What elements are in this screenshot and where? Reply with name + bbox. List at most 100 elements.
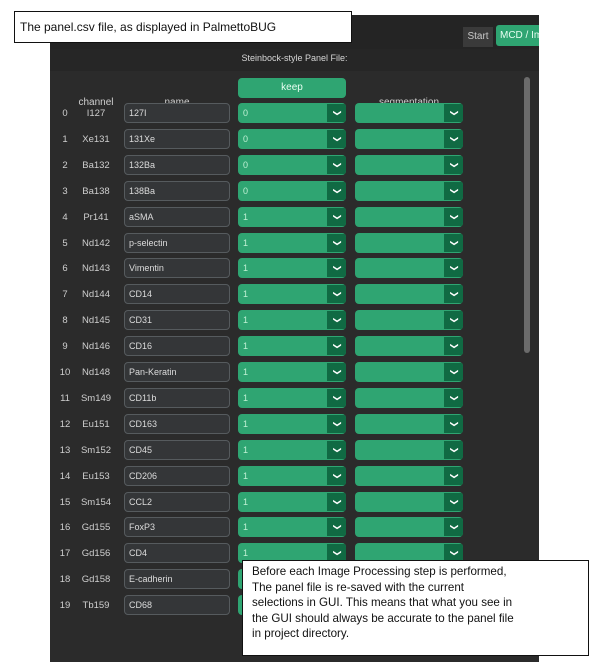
keep-dropdown[interactable]: 1❯ — [238, 439, 346, 460]
keep-dropdown[interactable]: 1❯ — [238, 465, 346, 486]
name-field[interactable]: 127I — [124, 103, 230, 123]
panel-scrollbar[interactable] — [524, 77, 530, 353]
chevron-down-icon[interactable]: ❯ — [327, 440, 346, 459]
chevron-down-icon[interactable]: ❯ — [444, 207, 463, 226]
name-field[interactable]: CD16 — [124, 336, 230, 357]
chevron-down-icon[interactable]: ❯ — [444, 518, 463, 537]
segmentation-dropdown[interactable]: ❯ — [355, 439, 463, 460]
segmentation-dropdown[interactable]: ❯ — [355, 362, 463, 382]
name-field[interactable]: CD11b — [124, 387, 230, 408]
chevron-down-icon[interactable]: ❯ — [444, 440, 463, 459]
chevron-down-icon[interactable]: ❯ — [327, 155, 346, 174]
keep-dropdown[interactable]: 0 ❯ — [238, 103, 346, 123]
chevron-down-icon[interactable]: ❯ — [444, 129, 463, 148]
segmentation-dropdown[interactable]: ❯ — [355, 180, 463, 201]
name-field[interactable]: CD14 — [124, 284, 230, 305]
chevron-down-icon[interactable]: ❯ — [327, 285, 346, 304]
row-index: 16 — [59, 522, 71, 534]
keep-dropdown[interactable]: 1❯ — [238, 232, 346, 253]
chevron-down-icon[interactable]: ❯ — [327, 207, 346, 226]
segmentation-dropdown[interactable]: ❯ — [355, 336, 463, 357]
name-field[interactable]: E-cadherin — [124, 569, 230, 590]
chevron-down-icon[interactable]: ❯ — [327, 129, 346, 148]
segmentation-dropdown[interactable]: ❯ — [355, 387, 463, 408]
segmentation-dropdown[interactable]: ❯ — [355, 310, 463, 331]
segmentation-dropdown[interactable]: ❯ — [355, 465, 463, 486]
keep-dropdown[interactable]: 1❯ — [238, 517, 346, 538]
segmentation-dropdown[interactable]: ❯ — [355, 284, 463, 305]
channel-label: Nd146 — [82, 341, 110, 353]
start-tab[interactable]: Start — [463, 27, 493, 47]
name-field[interactable]: CD31 — [124, 310, 230, 331]
keep-dropdown[interactable]: 1❯ — [238, 284, 346, 305]
chevron-down-icon[interactable]: ❯ — [444, 155, 463, 174]
keep-dropdown[interactable]: 1❯ — [238, 258, 346, 279]
chevron-down-icon[interactable]: ❯ — [327, 363, 346, 381]
name-field[interactable]: FoxP3 — [124, 517, 230, 538]
name-field[interactable]: CCL2 — [124, 491, 230, 512]
keep-column-button[interactable]: keep — [238, 78, 346, 98]
chevron-down-icon[interactable]: ❯ — [327, 181, 346, 200]
name-field[interactable]: p-selectin — [124, 232, 230, 253]
panel-row: 7 Nd144 CD14 1 ❯ ❯ — [50, 283, 539, 309]
segmentation-dropdown[interactable]: ❯ — [355, 491, 463, 512]
chevron-down-icon[interactable]: ❯ — [444, 104, 463, 122]
chevron-down-icon[interactable]: ❯ — [444, 388, 463, 407]
name-field[interactable]: CD163 — [124, 413, 230, 434]
name-field[interactable]: 138Ba — [124, 180, 230, 201]
chevron-down-icon[interactable]: ❯ — [444, 233, 463, 252]
chevron-down-icon[interactable]: ❯ — [327, 518, 346, 537]
keep-dropdown[interactable]: 1❯ — [238, 362, 346, 382]
mcd-image-tab[interactable]: MCD / Im — [496, 25, 539, 46]
name-field[interactable]: Vimentin — [124, 258, 230, 279]
chevron-down-icon[interactable]: ❯ — [327, 104, 346, 122]
keep-value: 0 — [243, 159, 249, 170]
keep-dropdown[interactable]: 1❯ — [238, 310, 346, 331]
keep-dropdown[interactable]: 0 ❯ — [238, 154, 346, 175]
segmentation-dropdown[interactable]: ❯ — [355, 154, 463, 175]
chevron-down-icon[interactable]: ❯ — [444, 466, 463, 485]
keep-dropdown[interactable]: 0 ❯ — [238, 180, 346, 201]
name-field[interactable]: 131Xe — [124, 128, 230, 149]
segmentation-dropdown[interactable]: ❯ — [355, 517, 463, 538]
chevron-down-icon[interactable]: ❯ — [444, 414, 463, 433]
segmentation-dropdown[interactable]: ❯ — [355, 128, 463, 149]
name-field[interactable]: CD206 — [124, 465, 230, 486]
keep-dropdown[interactable]: 0 ❯ — [238, 128, 346, 149]
name-field[interactable]: CD68 — [124, 595, 230, 616]
row-index: 12 — [59, 418, 71, 430]
chevron-down-icon[interactable]: ❯ — [327, 233, 346, 252]
chevron-down-icon[interactable]: ❯ — [327, 492, 346, 511]
name-field[interactable]: 132Ba — [124, 154, 230, 175]
segmentation-dropdown[interactable]: ❯ — [355, 232, 463, 253]
chevron-down-icon[interactable]: ❯ — [444, 285, 463, 304]
name-field[interactable]: CD4 — [124, 543, 230, 564]
chevron-down-icon[interactable]: ❯ — [444, 492, 463, 511]
keep-value: 1 — [243, 522, 249, 533]
chevron-down-icon[interactable]: ❯ — [327, 388, 346, 407]
channel-label: Nd145 — [82, 315, 110, 327]
chevron-down-icon[interactable]: ❯ — [444, 311, 463, 330]
name-field[interactable]: aSMA — [124, 206, 230, 227]
segmentation-dropdown[interactable]: ❯ — [355, 103, 463, 123]
chevron-down-icon[interactable]: ❯ — [327, 259, 346, 278]
chevron-down-icon[interactable]: ❯ — [444, 363, 463, 381]
keep-value: 1 — [243, 263, 249, 274]
keep-dropdown[interactable]: 1❯ — [238, 491, 346, 512]
name-field[interactable]: CD45 — [124, 439, 230, 460]
keep-dropdown[interactable]: 1❯ — [238, 336, 346, 357]
chevron-down-icon[interactable]: ❯ — [444, 181, 463, 200]
name-field[interactable]: Pan-Keratin — [124, 362, 230, 382]
chevron-down-icon[interactable]: ❯ — [327, 414, 346, 433]
chevron-down-icon[interactable]: ❯ — [327, 337, 346, 356]
segmentation-dropdown[interactable]: ❯ — [355, 413, 463, 434]
keep-dropdown[interactable]: 1❯ — [238, 387, 346, 408]
segmentation-dropdown[interactable]: ❯ — [355, 206, 463, 227]
chevron-down-icon[interactable]: ❯ — [444, 259, 463, 278]
chevron-down-icon[interactable]: ❯ — [327, 466, 346, 485]
keep-dropdown[interactable]: 1❯ — [238, 413, 346, 434]
segmentation-dropdown[interactable]: ❯ — [355, 258, 463, 279]
chevron-down-icon[interactable]: ❯ — [327, 311, 346, 330]
chevron-down-icon[interactable]: ❯ — [444, 337, 463, 356]
keep-dropdown[interactable]: 1❯ — [238, 206, 346, 227]
